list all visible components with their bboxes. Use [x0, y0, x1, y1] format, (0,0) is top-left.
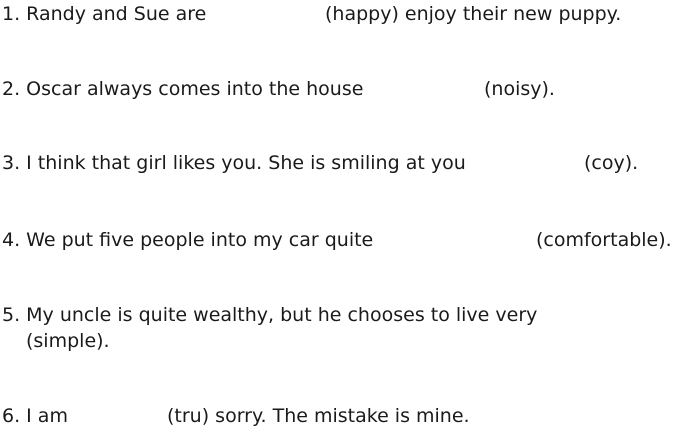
question-5-hint: (simple).: [26, 330, 110, 352]
question-1: 1. Randy and Sue are: [2, 2, 206, 26]
question-4-hint: (comfortable).: [536, 229, 672, 251]
question-5: 5. My uncle is quite wealthy, but he cho…: [2, 303, 537, 327]
question-3-hint: (coy).: [584, 152, 639, 174]
question-6: 6. I am: [2, 404, 68, 428]
question-1-hint: (happy) enjoy their new puppy.: [325, 3, 622, 25]
question-4: 4. We put five people into my car quite: [2, 228, 373, 252]
question-3: 3. I think that girl likes you. She is s…: [2, 151, 466, 175]
question-2: 2. Oscar always comes into the house: [2, 77, 363, 101]
question-3-prompt: 3. I think that girl likes you. She is s…: [2, 152, 466, 174]
question-4-prompt: 4. We put five people into my car quite: [2, 229, 374, 251]
worksheet: 1. Randy and Sue are (happy) enjoy their…: [0, 0, 682, 443]
question-5-prompt: 5. My uncle is quite wealthy, but he cho…: [2, 304, 538, 326]
question-2-prompt: 2. Oscar always comes into the house: [2, 78, 364, 100]
question-6-prompt: 6. I am: [2, 405, 68, 427]
question-6-hint: (tru) sorry. The mistake is mine.: [167, 405, 470, 427]
question-2-hint: (noisy).: [484, 78, 555, 100]
question-1-prompt: 1. Randy and Sue are: [2, 3, 207, 25]
